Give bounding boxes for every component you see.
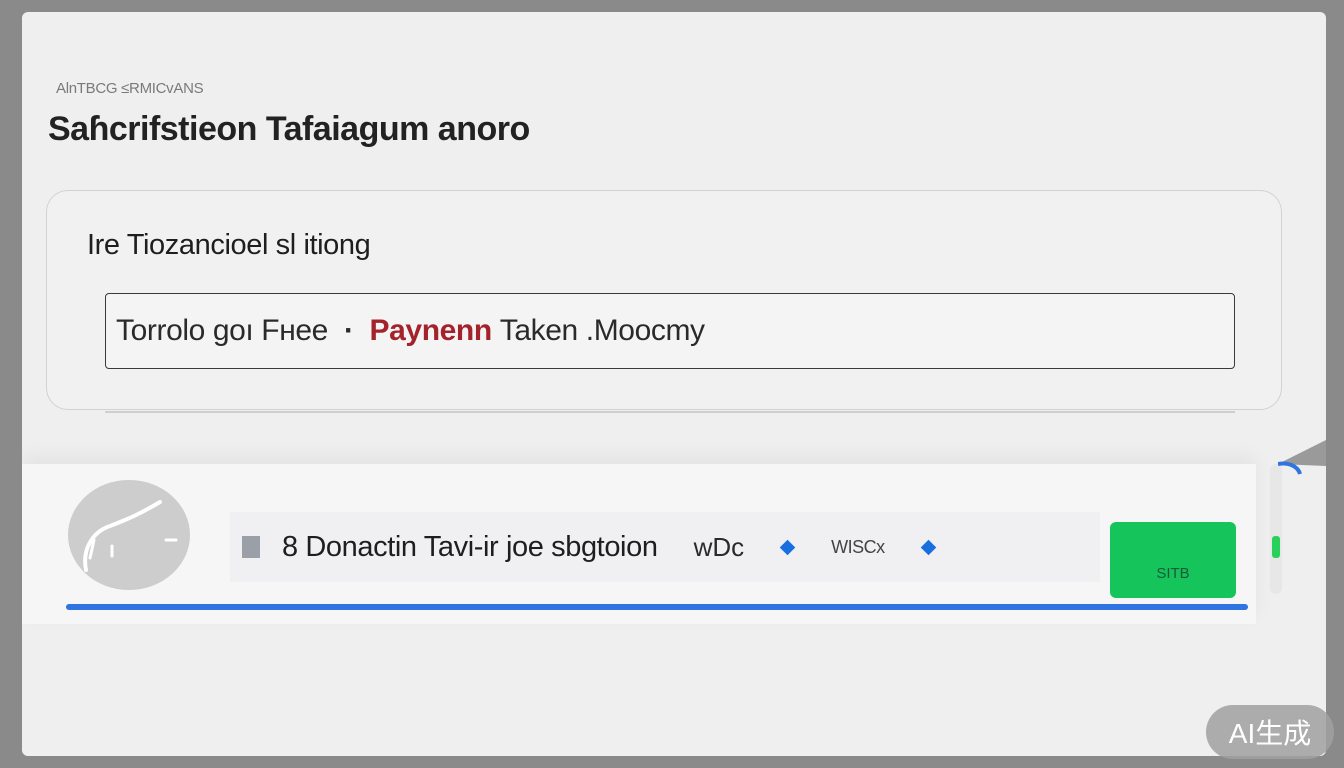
app-window: AlnTBCG ≤RMICvANS Saɦcrifstieon Tafaiagu… bbox=[22, 12, 1326, 756]
breadcrumb[interactable]: AlnTBCG ≤RMICvANS bbox=[56, 80, 204, 97]
card-divider bbox=[105, 411, 1235, 413]
payment-input-field[interactable]: Torrolo goı Fнee · Paynenn Taken .Moocmy bbox=[105, 293, 1235, 369]
donation-list-panel: 8 Donactin Tavi-ir joe sbgtoion wDc WISC… bbox=[22, 464, 1256, 624]
list-item[interactable]: 8 Donactin Tavi-ir joe sbgtoion wDc WISC… bbox=[230, 512, 1100, 582]
field-highlight-text: Paynenn bbox=[369, 314, 493, 347]
field-separator: · bbox=[343, 314, 354, 347]
list-item-meta: wDc bbox=[693, 531, 745, 562]
settings-card: Ire Tiozancioel sl itiong Torrolo goı Fн… bbox=[46, 190, 1282, 413]
diamond-icon bbox=[779, 539, 796, 555]
page-title: Saɦcrifstieon Tafaiagum anoro bbox=[48, 110, 530, 148]
page-curl-icon bbox=[1278, 440, 1326, 475]
field-prefix-text: Torrolo goı Fнee bbox=[116, 314, 328, 347]
ai-generated-badge: AI生成 bbox=[1206, 705, 1334, 759]
card-heading: Ire Tiozancioel sl itiong bbox=[87, 229, 371, 261]
scrollbar-thumb[interactable] bbox=[1272, 536, 1280, 558]
avatar-icon[interactable] bbox=[68, 480, 190, 590]
list-item-label: 8 Donactin Tavi-ir joe sbgtoion bbox=[282, 530, 658, 563]
list-item-meta-secondary: WISCx bbox=[831, 536, 885, 557]
sitb-button[interactable]: SITB bbox=[1110, 522, 1236, 598]
progress-bar-fill bbox=[66, 604, 1248, 610]
document-icon bbox=[242, 536, 260, 558]
field-suffix-text: Taken .Moocmy bbox=[499, 314, 705, 347]
scrollbar[interactable] bbox=[1270, 464, 1282, 594]
diamond-icon bbox=[920, 539, 936, 555]
progress-bar bbox=[66, 604, 1248, 610]
